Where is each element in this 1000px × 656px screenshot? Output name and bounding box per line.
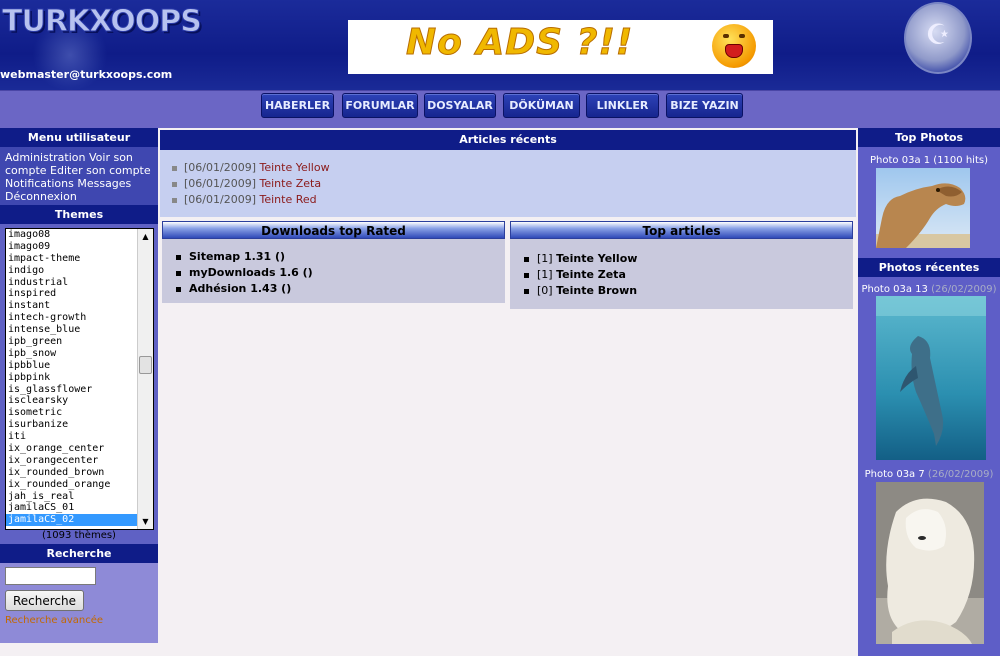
downloads-list: Sitemap 1.31 () myDownloads 1.6 () Adhés… bbox=[162, 239, 505, 303]
top-articles-list: [1] Teinte Yellow [1] Teinte Zeta [0] Te… bbox=[510, 239, 853, 309]
logo-text: TURKXOOPS bbox=[2, 4, 203, 40]
right-sidebar: Top Photos Photo 03a 1 (1100 hits) Photo… bbox=[858, 128, 1000, 656]
article-link[interactable]: Teinte Yellow bbox=[556, 252, 637, 265]
article-link[interactable]: Teinte Brown bbox=[556, 284, 637, 297]
scroll-down-arrow-icon[interactable]: ▼ bbox=[138, 514, 153, 529]
theme-option[interactable]: ipbpink bbox=[6, 372, 138, 384]
theme-option[interactable]: isclearsky bbox=[6, 395, 138, 407]
themes-scrollbar[interactable]: ▲ ▼ bbox=[137, 229, 153, 529]
search-button[interactable]: Recherche bbox=[5, 590, 84, 611]
theme-option[interactable]: intech-growth bbox=[6, 312, 138, 324]
main-nav: HABERLER FORUMLAR DOSYALAR DÖKÜMAN LINKL… bbox=[0, 90, 1000, 128]
theme-option[interactable]: impact-theme bbox=[6, 253, 138, 265]
photo-caption[interactable]: Photo 03a 13 (26/02/2009) bbox=[858, 284, 1000, 295]
recent-articles-title: Articles récents bbox=[160, 130, 856, 150]
list-item: Sitemap 1.31 () bbox=[162, 249, 505, 265]
search-block: Recherche Recherche avancée bbox=[0, 563, 158, 643]
nav-bize-yazin[interactable]: BIZE YAZIN bbox=[666, 93, 743, 118]
search-title: Recherche bbox=[0, 544, 158, 563]
nav-dokuman[interactable]: DÖKÜMAN bbox=[503, 93, 580, 118]
list-item: [1] Teinte Zeta bbox=[510, 267, 853, 283]
theme-option[interactable]: indigo bbox=[6, 265, 138, 277]
list-item: Adhésion 1.43 () bbox=[162, 281, 505, 297]
download-link[interactable]: Adhésion 1.43 () bbox=[189, 282, 291, 295]
list-item: [06/01/2009] Teinte Zeta bbox=[160, 176, 856, 192]
theme-option[interactable]: iti bbox=[6, 431, 138, 443]
article-link[interactable]: Teinte Zeta bbox=[556, 268, 626, 281]
theme-option[interactable]: instant bbox=[6, 300, 138, 312]
search-input[interactable] bbox=[5, 567, 96, 585]
camel-photo[interactable] bbox=[876, 168, 970, 248]
download-link[interactable]: Sitemap 1.31 () bbox=[189, 250, 285, 263]
theme-option[interactable]: ipbblue bbox=[6, 360, 138, 372]
theme-option[interactable]: ix_rounded_brown bbox=[6, 467, 138, 479]
theme-option[interactable]: is_glassflower bbox=[6, 384, 138, 396]
advanced-search-link[interactable]: Recherche avancée bbox=[5, 615, 103, 626]
theme-option[interactable]: jamilaCS_01 bbox=[6, 502, 138, 514]
theme-option[interactable]: ix_orange_center bbox=[6, 443, 138, 455]
list-item: [1] Teinte Yellow bbox=[510, 251, 853, 267]
recent-articles-list: [06/01/2009] Teinte Yellow [06/01/2009] … bbox=[160, 150, 856, 217]
photo-caption[interactable]: Photo 03a 7 (26/02/2009) bbox=[858, 469, 1000, 480]
theme-option[interactable]: intense_blue bbox=[6, 324, 138, 336]
article-date: [06/01/2009] bbox=[184, 177, 256, 190]
article-hits: [1] bbox=[537, 268, 553, 281]
theme-option[interactable]: isometric bbox=[6, 407, 138, 419]
user-menu-title: Menu utilisateur bbox=[0, 128, 158, 147]
polar-bear-photo[interactable] bbox=[876, 482, 984, 644]
photo-caption[interactable]: Photo 03a 1 (1100 hits) bbox=[858, 155, 1000, 166]
theme-option[interactable]: isurbanize bbox=[6, 419, 138, 431]
theme-option[interactable]: jah_is_real bbox=[6, 491, 138, 503]
site-logo[interactable]: TURKXOOPS bbox=[0, 2, 202, 90]
theme-option[interactable]: ix_rounded_orange bbox=[6, 479, 138, 491]
themes-listbox[interactable]: imago08 imago09 impact-theme indigo industri… bbox=[5, 228, 154, 530]
downloads-title: Downloads top Rated bbox=[162, 221, 505, 239]
site-header: TURKXOOPS webmaster@turkxoops.com No ADS… bbox=[0, 0, 1000, 90]
recent-photos-title: Photos récentes bbox=[858, 258, 1000, 277]
article-link[interactable]: Teinte Zeta bbox=[259, 177, 321, 190]
theme-option[interactable]: ipb_snow bbox=[6, 348, 138, 360]
article-hits: [1] bbox=[537, 252, 553, 265]
list-item: myDownloads 1.6 () bbox=[162, 265, 505, 281]
dolphin-photo[interactable] bbox=[876, 296, 986, 460]
article-link[interactable]: Teinte Red bbox=[259, 193, 316, 206]
theme-option[interactable]: ipb_green bbox=[6, 336, 138, 348]
scroll-up-arrow-icon[interactable]: ▲ bbox=[138, 229, 153, 244]
main-content: Articles récents [06/01/2009] Teinte Yel… bbox=[158, 128, 858, 656]
nav-linkler[interactable]: LINKLER bbox=[586, 93, 659, 118]
screaming-smiley-icon bbox=[712, 24, 756, 68]
themes-count: (1093 thèmes) bbox=[42, 530, 116, 541]
nav-haberler[interactable]: HABERLER bbox=[261, 93, 334, 118]
theme-option[interactable]: ix_orangecenter bbox=[6, 455, 138, 467]
user-menu-links[interactable]: Administration Voir son compte Editer so… bbox=[0, 147, 158, 205]
webmaster-email[interactable]: webmaster@turkxoops.com bbox=[0, 68, 172, 81]
article-date: [06/01/2009] bbox=[184, 193, 256, 206]
scroll-thumb[interactable] bbox=[139, 356, 152, 374]
article-date: [06/01/2009] bbox=[184, 161, 256, 174]
theme-option[interactable]: imago08 bbox=[6, 229, 138, 241]
theme-option[interactable]: jamilaCS_02 bbox=[6, 514, 138, 527]
top-articles-title: Top articles bbox=[510, 221, 853, 239]
list-item: [06/01/2009] Teinte Yellow bbox=[160, 160, 856, 176]
theme-option[interactable]: inspired bbox=[6, 288, 138, 300]
theme-option[interactable]: industrial bbox=[6, 277, 138, 289]
themes-block: imago08 imago09 impact-theme indigo industri… bbox=[0, 224, 158, 544]
theme-option[interactable]: imago09 bbox=[6, 241, 138, 253]
article-link[interactable]: Teinte Yellow bbox=[259, 161, 329, 174]
crescent-emblem-icon: ☪ bbox=[904, 2, 972, 74]
top-photos-title: Top Photos bbox=[858, 128, 1000, 147]
download-link[interactable]: myDownloads 1.6 () bbox=[189, 266, 313, 279]
article-hits: [0] bbox=[537, 284, 553, 297]
banner-text: No ADS ?!! bbox=[405, 22, 634, 64]
ad-banner[interactable]: No ADS ?!! bbox=[348, 20, 773, 74]
left-sidebar: Menu utilisateur Administration Voir son… bbox=[0, 128, 158, 643]
themes-title: Themes bbox=[0, 205, 158, 224]
list-item: [0] Teinte Brown bbox=[510, 283, 853, 299]
nav-dosyalar[interactable]: DOSYALAR bbox=[424, 93, 496, 118]
nav-forumlar[interactable]: FORUMLAR bbox=[342, 93, 418, 118]
themes-options: imago08 imago09 impact-theme indigo industri… bbox=[6, 229, 138, 527]
list-item: [06/01/2009] Teinte Red bbox=[160, 192, 856, 208]
